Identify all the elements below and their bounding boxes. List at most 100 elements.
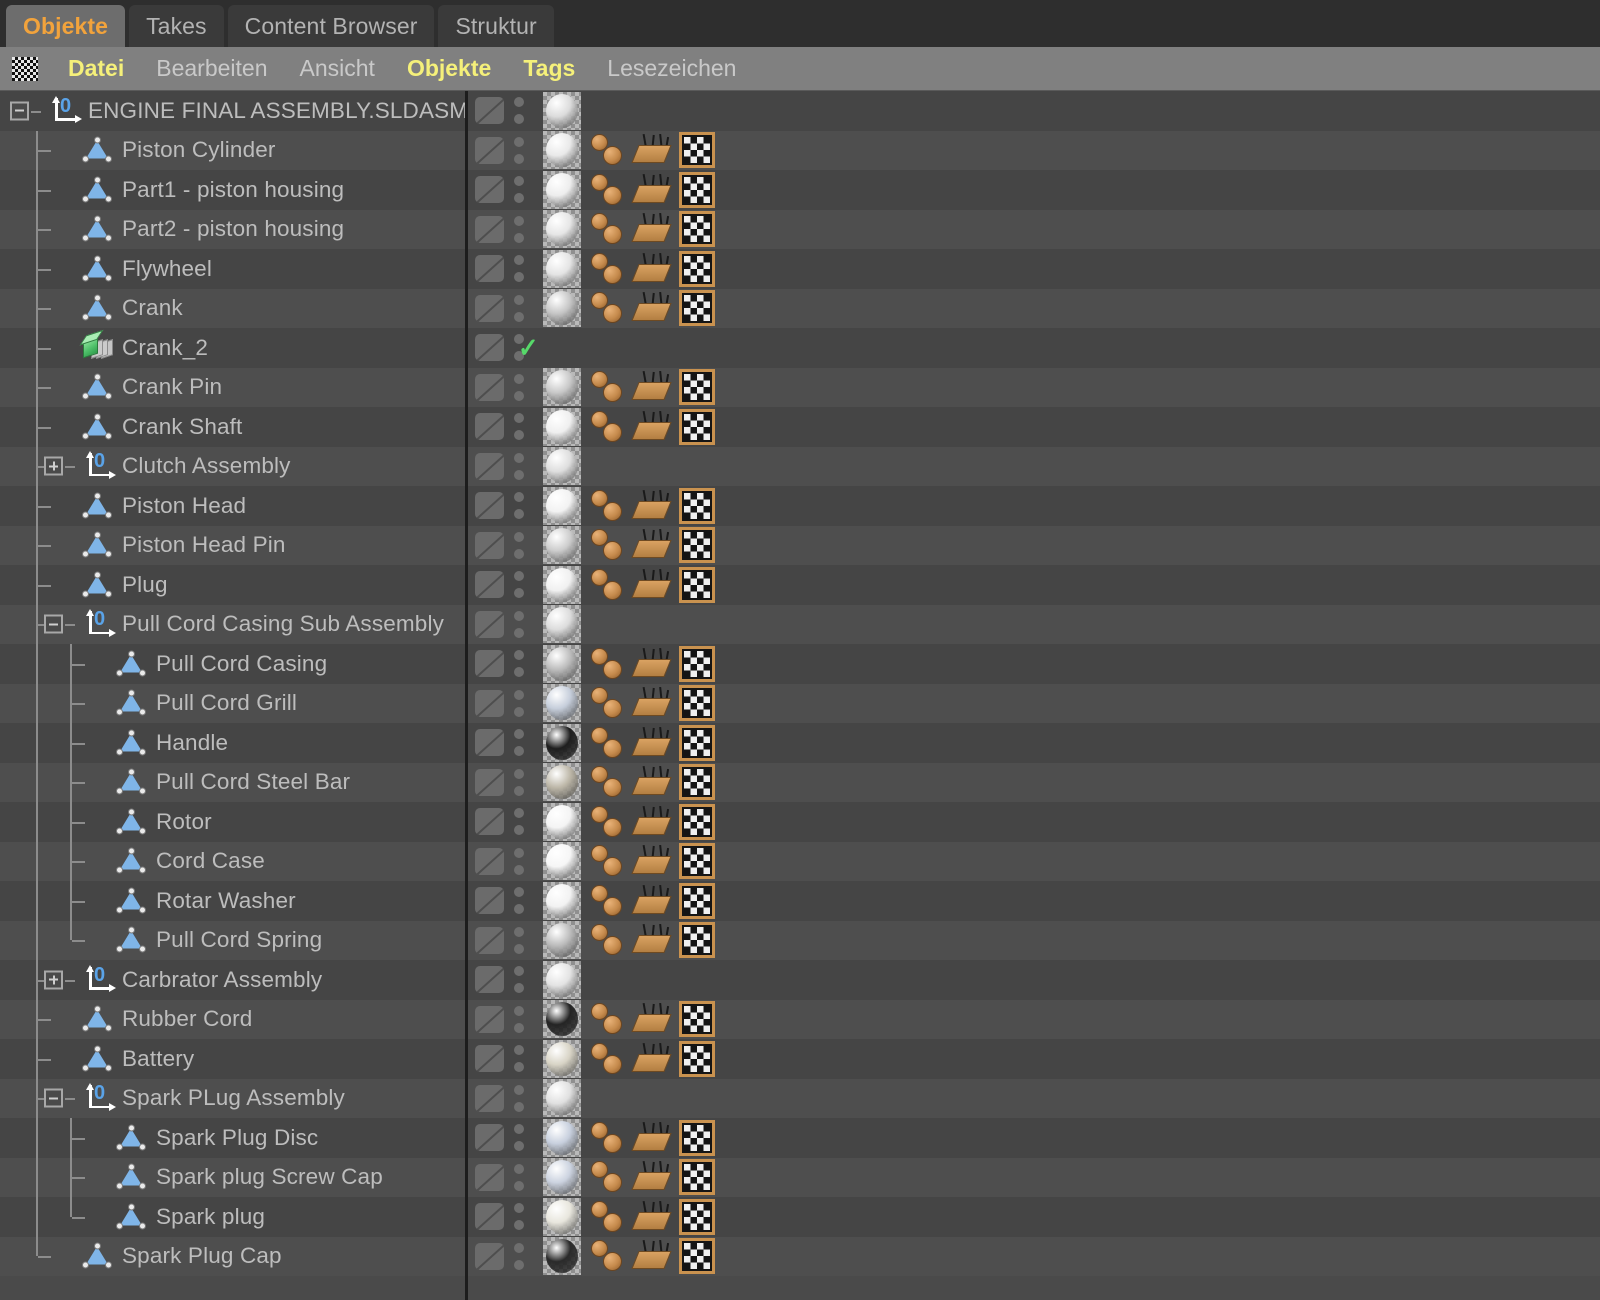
layer-swatch-icon[interactable] — [475, 532, 504, 559]
visibility-dots[interactable] — [514, 137, 524, 164]
layer-swatch-icon[interactable] — [475, 611, 504, 638]
layer-swatch-icon[interactable] — [475, 966, 504, 993]
texture-tag-icon[interactable] — [679, 922, 715, 958]
phong-tag-icon[interactable] — [589, 1121, 625, 1155]
visibility-dots[interactable] — [514, 1006, 524, 1033]
phong-tag-icon[interactable] — [589, 1200, 625, 1234]
material-tag-icon[interactable] — [543, 1237, 581, 1275]
normal-tag-icon[interactable] — [633, 1003, 671, 1035]
object-row[interactable]: Flywheel — [0, 249, 1600, 289]
editor-visibility-dot[interactable] — [514, 1243, 524, 1253]
normal-tag-icon[interactable] — [633, 411, 671, 443]
material-tag-icon[interactable] — [543, 368, 581, 406]
visibility-dots[interactable] — [514, 1085, 524, 1112]
layer-swatch-icon[interactable] — [475, 848, 504, 875]
object-name-cell[interactable]: Cord Case — [0, 842, 467, 882]
polygon-object-icon[interactable] — [116, 690, 146, 717]
polygon-object-icon[interactable] — [82, 571, 112, 598]
null-object-icon[interactable]: 0 — [82, 609, 116, 639]
render-visibility-dot[interactable] — [514, 1062, 524, 1072]
polygon-object-icon[interactable] — [82, 374, 112, 401]
normal-tag-icon[interactable] — [633, 174, 671, 206]
tab-struktur[interactable]: Struktur — [438, 5, 553, 47]
object-row[interactable]: Spark Plug Disc — [0, 1118, 1600, 1158]
object-row[interactable]: Piston Head — [0, 486, 1600, 526]
phong-tag-icon[interactable] — [589, 805, 625, 839]
material-tag-icon[interactable] — [543, 645, 581, 683]
render-visibility-dot[interactable] — [514, 1220, 524, 1230]
layer-swatch-icon[interactable] — [475, 97, 504, 124]
material-tag-icon[interactable] — [543, 250, 581, 288]
object-name-cell[interactable]: Pull Cord Grill — [0, 684, 467, 724]
visibility-dots[interactable] — [514, 255, 524, 282]
visibility-dots[interactable] — [514, 966, 524, 993]
render-visibility-dot[interactable] — [514, 588, 524, 598]
object-row[interactable]: Plug — [0, 565, 1600, 605]
texture-tag-icon[interactable] — [679, 804, 715, 840]
material-tag-icon[interactable] — [543, 487, 581, 525]
visibility-dots[interactable] — [514, 887, 524, 914]
checker-grip-icon[interactable] — [12, 57, 38, 81]
object-name-cell[interactable]: 0Pull Cord Casing Sub Assembly — [0, 605, 467, 645]
visibility-dots[interactable] — [514, 1164, 524, 1191]
object-name-cell[interactable]: Crank Pin — [0, 368, 467, 408]
render-visibility-dot[interactable] — [514, 628, 524, 638]
render-visibility-dot[interactable] — [514, 707, 524, 717]
phong-tag-icon[interactable] — [589, 133, 625, 167]
object-name-cell[interactable]: Pull Cord Steel Bar — [0, 763, 467, 803]
texture-tag-icon[interactable] — [679, 843, 715, 879]
tab-objekte[interactable]: Objekte — [6, 5, 125, 47]
normal-tag-icon[interactable] — [633, 687, 671, 719]
polygon-object-icon[interactable] — [116, 1124, 146, 1151]
enabled-checkmark-icon[interactable]: ✓ — [518, 335, 538, 362]
render-visibility-dot[interactable] — [514, 1181, 524, 1191]
normal-tag-icon[interactable] — [633, 529, 671, 561]
object-name-cell[interactable]: Piston Head Pin — [0, 526, 467, 566]
render-visibility-dot[interactable] — [514, 1102, 524, 1112]
phong-tag-icon[interactable] — [589, 647, 625, 681]
menu-item-lesezeichen[interactable]: Lesezeichen — [591, 47, 752, 91]
polygon-object-icon[interactable] — [116, 887, 146, 914]
object-row[interactable]: 0ENGINE FINAL ASSEMBLY.SLDASM — [0, 91, 1600, 131]
layer-swatch-icon[interactable] — [475, 808, 504, 835]
render-visibility-dot[interactable] — [514, 786, 524, 796]
editor-visibility-dot[interactable] — [514, 374, 524, 384]
phong-tag-icon[interactable] — [589, 1042, 625, 1076]
object-row[interactable]: Pull Cord Spring — [0, 921, 1600, 961]
texture-tag-icon[interactable] — [679, 1120, 715, 1156]
polygon-object-icon[interactable] — [82, 1045, 112, 1072]
editor-visibility-dot[interactable] — [514, 808, 524, 818]
visibility-dots[interactable] — [514, 729, 524, 756]
normal-tag-icon[interactable] — [633, 490, 671, 522]
layer-swatch-icon[interactable] — [475, 374, 504, 401]
render-visibility-dot[interactable] — [514, 114, 524, 124]
menu-item-tags[interactable]: Tags — [507, 47, 591, 91]
editor-visibility-dot[interactable] — [514, 216, 524, 226]
layer-swatch-icon[interactable] — [475, 1006, 504, 1033]
render-visibility-dot[interactable] — [514, 825, 524, 835]
object-name-cell[interactable]: Piston Head — [0, 486, 467, 526]
object-name-cell[interactable]: Rotor — [0, 802, 467, 842]
object-row[interactable]: 0Clutch Assembly — [0, 447, 1600, 487]
expand-button[interactable] — [44, 970, 63, 989]
layer-swatch-icon[interactable] — [475, 1045, 504, 1072]
editor-visibility-dot[interactable] — [514, 887, 524, 897]
visibility-dots[interactable] — [514, 492, 524, 519]
editor-visibility-dot[interactable] — [514, 1045, 524, 1055]
null-object-icon[interactable]: 0 — [82, 1083, 116, 1113]
material-tag-icon[interactable] — [543, 1119, 581, 1157]
material-tag-icon[interactable] — [543, 1198, 581, 1236]
texture-tag-icon[interactable] — [679, 527, 715, 563]
material-tag-icon[interactable] — [543, 763, 581, 801]
render-visibility-dot[interactable] — [514, 865, 524, 875]
normal-tag-icon[interactable] — [633, 1122, 671, 1154]
layer-swatch-icon[interactable] — [475, 1243, 504, 1270]
phong-tag-icon[interactable] — [589, 252, 625, 286]
normal-tag-icon[interactable] — [633, 885, 671, 917]
texture-tag-icon[interactable] — [679, 290, 715, 326]
render-visibility-dot[interactable] — [514, 430, 524, 440]
phong-tag-icon[interactable] — [589, 291, 625, 325]
texture-tag-icon[interactable] — [679, 1041, 715, 1077]
render-visibility-dot[interactable] — [514, 470, 524, 480]
visibility-dots[interactable] — [514, 1243, 524, 1270]
